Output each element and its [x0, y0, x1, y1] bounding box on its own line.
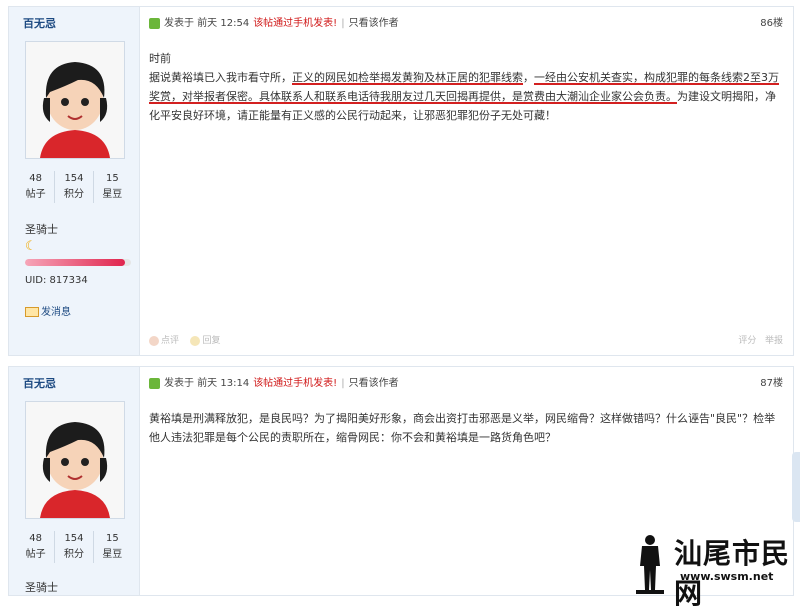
author-name[interactable]: 百无忌: [23, 15, 56, 31]
mobile-post-icon: [149, 17, 160, 29]
envelope-icon: [25, 307, 39, 317]
moon-icon: ☾: [25, 239, 37, 254]
rank-progress-bar: [25, 259, 131, 266]
forum-post-86: 百无忌 48 帖子 154 积分 15 星豆 圣骑士 ☾ UID: 817334 发消…: [8, 6, 794, 356]
stat-beans[interactable]: 15 星豆: [92, 531, 131, 563]
user-rank: 圣骑士: [25, 223, 58, 236]
author-stats: 48 帖子 154 积分 15 星豆: [17, 171, 131, 203]
report-button[interactable]: 举报: [765, 336, 783, 346]
side-scroll-tab[interactable]: [792, 452, 800, 522]
mobile-note[interactable]: 该帖通过手机发表!: [253, 378, 337, 389]
post-time: 前天 13:14: [197, 378, 250, 389]
site-url: www.swsm.net: [680, 570, 774, 583]
highlighted-text: 具体联系人和联系电话待我朋友过几天回揭再提供，是赏费由大潮汕企业家公会负责。: [259, 90, 677, 103]
user-rank: 圣骑士: [25, 581, 58, 594]
stat-posts[interactable]: 48 帖子: [17, 531, 54, 563]
author-sidebar: 百无忌 48 帖子 154 积分 15 星豆 圣骑士: [9, 367, 140, 595]
author-only-link[interactable]: 只看该作者: [349, 378, 399, 389]
body-text: 据说黄裕填已入我市看守所，: [149, 71, 292, 84]
stat-points[interactable]: 154 积分: [54, 531, 92, 563]
floor-number[interactable]: 87楼: [760, 375, 783, 393]
author-sidebar: 百无忌 48 帖子 154 积分 15 星豆 圣骑士 ☾ UID: 817334 发消…: [9, 7, 140, 355]
rate-button[interactable]: 点评: [161, 336, 179, 346]
post-footer: 点评 回复 评分 举报: [149, 333, 783, 347]
mobile-note[interactable]: 该帖通过手机发表!: [253, 18, 337, 29]
highlighted-text: 正义的网民如检举揭发黄狗及林正居的犯罪线索: [292, 71, 523, 84]
rate-icon: [149, 335, 159, 346]
site-watermark: 汕尾市民网 www.swsm.net: [630, 532, 790, 610]
post-header: 发表于 前天 12:54 该帖通过手机发表! | 只看该作者 86楼: [149, 15, 783, 33]
stat-posts[interactable]: 48 帖子: [17, 171, 54, 203]
post-content: 黄裕填是刑满释放犯，是良民吗？为了揭阳美好形象，商会出资打击邪恶是义举，网民缩骨…: [149, 412, 776, 444]
avatar[interactable]: [25, 401, 125, 519]
floor-number[interactable]: 86楼: [760, 15, 783, 33]
send-message-link[interactable]: 发消息: [25, 303, 71, 318]
avatar[interactable]: [25, 41, 125, 159]
body-text: ，: [523, 71, 534, 84]
reply-button[interactable]: 回复: [202, 336, 220, 346]
user-uid: UID: 817334: [25, 275, 88, 286]
statue-icon: [636, 535, 664, 594]
author-stats: 48 帖子 154 积分 15 星豆: [17, 531, 131, 563]
mobile-post-icon: [149, 377, 160, 389]
author-only-link[interactable]: 只看该作者: [349, 18, 399, 29]
reply-icon: [190, 335, 201, 346]
post-time: 前天 12:54: [197, 18, 250, 29]
stat-points[interactable]: 154 积分: [54, 171, 92, 203]
author-name[interactable]: 百无忌: [23, 375, 56, 391]
post-content: 时前 据说黄裕填已入我市看守所，正义的网民如检举揭发黄狗及林正居的犯罪线索，一经…: [149, 52, 779, 122]
post-header: 发表于 前天 13:14 该帖通过手机发表! | 只看该作者 87楼: [149, 375, 783, 393]
stat-beans[interactable]: 15 星豆: [92, 171, 131, 203]
score-button[interactable]: 评分: [738, 336, 756, 346]
